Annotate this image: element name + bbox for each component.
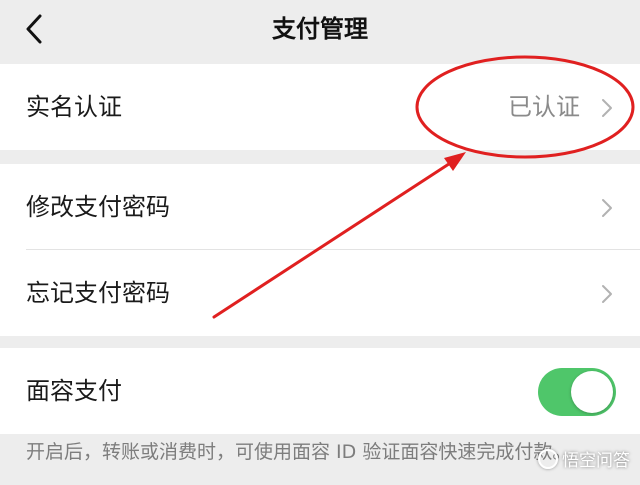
chevron-right-icon [602, 99, 612, 117]
row-label: 修改支付密码 [26, 193, 170, 221]
row-change-payment-password[interactable]: 修改支付密码 [0, 164, 640, 250]
group-password: 修改支付密码 忘记支付密码 [0, 164, 640, 336]
watermark-text: 悟空问答 [562, 451, 630, 471]
chevron-right-icon [602, 199, 612, 217]
chevron-right-icon [602, 285, 612, 303]
row-label: 实名认证 [26, 93, 122, 121]
verification-status: 已认证 [508, 93, 580, 121]
toggle-knob [571, 371, 613, 413]
navigation-bar: 支付管理 [0, 0, 640, 62]
row-label: 面容支付 [26, 377, 122, 405]
row-label: 忘记支付密码 [26, 279, 170, 307]
face-pay-description: 开启后，转账或消费时，可使用面容 ID 验证面容快速完成付款。 [26, 441, 572, 463]
row-forgot-payment-password[interactable]: 忘记支付密码 [0, 250, 640, 336]
row-real-name-verification[interactable]: 实名认证 已认证 [0, 64, 640, 150]
page-title: 支付管理 [272, 15, 368, 43]
face-pay-toggle[interactable] [538, 368, 616, 416]
group-identity: 实名认证 已认证 [0, 64, 640, 150]
watermark-logo-icon [538, 449, 558, 469]
group-face-pay: 面容支付 [0, 348, 640, 434]
watermark: 悟空问答 [538, 446, 630, 471]
row-face-pay: 面容支付 [0, 348, 640, 434]
